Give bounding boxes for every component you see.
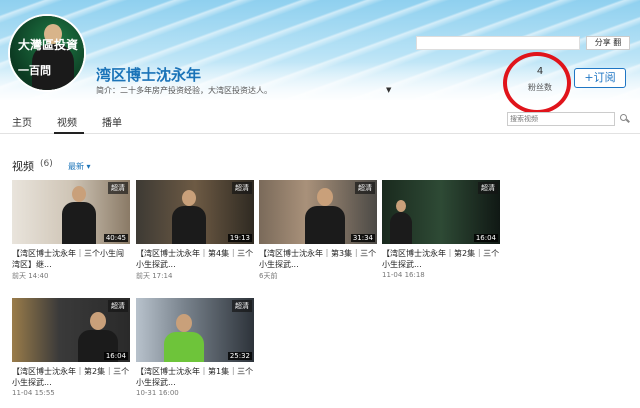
channel-name[interactable]: 湾区博士沈永年: [96, 64, 201, 85]
thumbnail-person-head: [396, 200, 406, 212]
avatar-text: 大灣區投資: [18, 38, 79, 52]
section-title: 视频: [12, 160, 34, 173]
thumbnail-person-body: [305, 206, 345, 244]
tab-home[interactable]: 主页: [12, 114, 32, 129]
video-date: 11-04 16:18: [382, 271, 425, 279]
video-card[interactable]: 超清 19:13 【湾区博士沈永年｜第4集｜三个小生探武... 前天 17:14: [136, 180, 254, 281]
channel-description: 简介：二十多年房产投资经验，大湾区投资达人。: [96, 86, 272, 95]
avatar[interactable]: 大灣區投資 一百問: [8, 14, 86, 92]
highlight-circle: [503, 52, 571, 114]
video-card[interactable]: 超清 16:04 【湾区博士沈永年｜第2集｜三个小生探武... 11-04 16…: [382, 180, 500, 279]
thumbnail-person-head: [72, 186, 86, 202]
video-title[interactable]: 【湾区博士沈永年｜第3集｜三个小生探武...: [259, 248, 377, 270]
video-thumbnail[interactable]: 超清 16:04: [382, 180, 500, 244]
video-date: 前天 14:40: [12, 272, 49, 280]
video-title[interactable]: 【湾区博士沈永年｜第4集｜三个小生探武...: [136, 248, 254, 270]
thumbnail-person-body: [164, 332, 204, 362]
sort-dropdown[interactable]: 最新 ▾: [68, 161, 91, 172]
hd-badge: 超清: [232, 300, 252, 312]
avatar-text-2: 一百問: [18, 64, 51, 77]
hd-badge: 超清: [232, 182, 252, 194]
video-card[interactable]: 超清 16:04 【湾区博士沈永年｜第2集｜三个小生探武... 11-04 15…: [12, 298, 130, 397]
video-duration: 16:04: [473, 234, 498, 242]
video-thumbnail[interactable]: 超清 16:04: [12, 298, 130, 362]
video-date: 6天前: [259, 272, 278, 280]
video-card[interactable]: 超清 40:45 【湾区博士沈永年｜三个小生闯湾区】继... 前天 14:40: [12, 180, 130, 281]
active-tab-indicator: [54, 132, 84, 134]
video-duration: 25:32: [227, 352, 252, 360]
thumbnail-person-body: [390, 212, 412, 244]
video-title[interactable]: 【湾区博士沈永年｜第1集｜三个小生探武...: [136, 366, 254, 388]
video-thumbnail[interactable]: 超清 40:45: [12, 180, 130, 244]
video-thumbnail[interactable]: 超清 19:13: [136, 180, 254, 244]
subscribe-button[interactable]: +订阅: [574, 68, 626, 88]
video-card[interactable]: 超清 25:32 【湾区博士沈永年｜第1集｜三个小生探武... 10-31 16…: [136, 298, 254, 397]
video-duration: 40:45: [103, 234, 128, 242]
search-icon[interactable]: [618, 112, 630, 126]
thumbnail-person-head: [90, 312, 106, 330]
video-card[interactable]: 超清 31:34 【湾区博士沈永年｜第3集｜三个小生探武... 6天前: [259, 180, 377, 281]
share-button[interactable]: 分享 翻: [586, 36, 630, 50]
search-input[interactable]: [507, 112, 615, 126]
tab-playlists[interactable]: 播单: [102, 114, 122, 129]
video-duration: 31:34: [350, 234, 375, 242]
hd-badge: 超清: [108, 300, 128, 312]
share-input[interactable]: [416, 36, 580, 50]
video-date: 10-31 16:00: [136, 389, 179, 397]
thumbnail-person-head: [182, 190, 196, 206]
search-icon-handle: [626, 118, 630, 123]
thumbnail-person-head: [176, 314, 192, 332]
video-count: (6): [40, 159, 53, 169]
video-thumbnail[interactable]: 超清 31:34: [259, 180, 377, 244]
video-title[interactable]: 【湾区博士沈永年｜第2集｜三个小生探武...: [12, 366, 130, 388]
video-title[interactable]: 【湾区博士沈永年｜第2集｜三个小生探武...: [382, 248, 500, 270]
hd-badge: 超清: [478, 182, 498, 194]
video-date: 前天 17:14: [136, 272, 173, 280]
hd-badge: 超清: [355, 182, 375, 194]
thumbnail-person-body: [172, 206, 206, 244]
video-duration: 19:13: [227, 234, 252, 242]
video-date: 11-04 15:55: [12, 389, 55, 397]
video-title[interactable]: 【湾区博士沈永年｜三个小生闯湾区】继...: [12, 248, 130, 270]
expand-description-icon[interactable]: ▼: [386, 86, 391, 94]
thumbnail-person-body: [62, 202, 96, 244]
tab-videos[interactable]: 视频: [57, 114, 77, 129]
hd-badge: 超清: [108, 182, 128, 194]
video-thumbnail[interactable]: 超清 25:32: [136, 298, 254, 362]
thumbnail-person-head: [317, 188, 333, 206]
video-duration: 16:04: [103, 352, 128, 360]
